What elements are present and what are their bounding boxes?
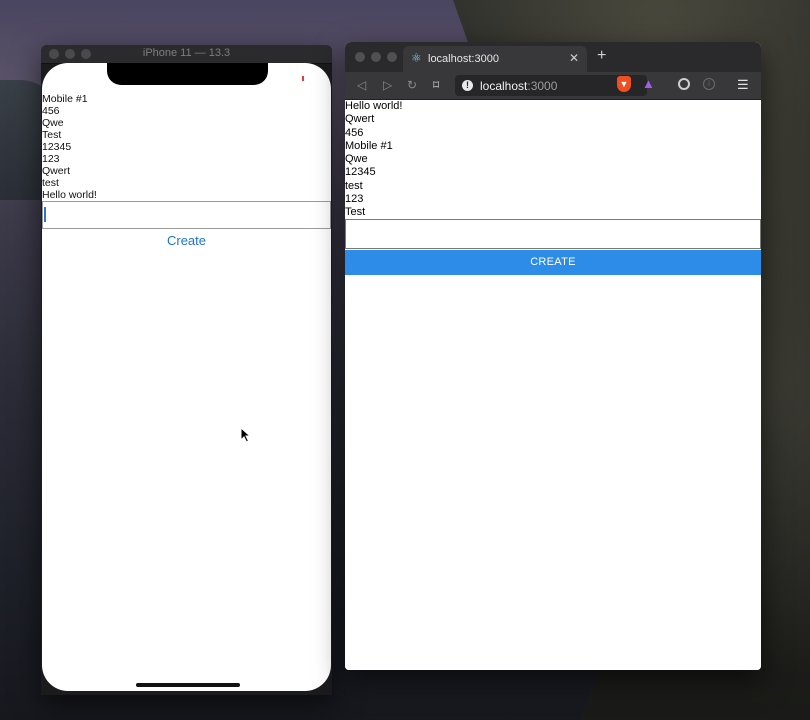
close-window-button[interactable] [355,52,365,62]
list-item: Mobile #1 [345,139,393,152]
list-item: 456 [42,105,60,117]
react-icon: ⚛ [411,51,422,65]
tab-strip: ⚛ localhost:3000 ✕ + [345,42,761,72]
url-host: localhost [480,79,528,93]
extension-icon[interactable] [678,78,690,90]
simulator-title: iPhone 11 — 13.3 [142,47,231,59]
list-item: 12345 [345,166,376,179]
list-item: Hello world! [345,100,403,112]
phone-item-list: Mobile #1 456 Qwe Test 12345 123 Qwert t… [42,93,97,201]
simulator-titlebar[interactable]: iPhone 11 — 13.3 [41,45,332,64]
list-item: Qwe [42,117,64,129]
browser-toolbar: ◁ ▷ ↻ ⌑ ! localhost:3000 ▼ ▲ i ☰ [345,72,761,100]
browser-window: ⚛ localhost:3000 ✕ + ◁ ▷ ↻ ⌑ ! localhost… [345,42,761,670]
tab-title: localhost:3000 [428,53,499,65]
mouse-pointer-icon [240,427,252,443]
extension-info-icon[interactable]: i [703,78,715,90]
url-port: :3000 [527,79,558,93]
list-item: test [42,177,59,189]
list-item: Mobile #1 [42,93,88,105]
web-item-list: Hello world! Qwert 456 Mobile #1 Qwe 123… [345,100,761,220]
url-text: localhost:3000 [480,79,557,93]
info-icon[interactable]: ! [462,80,473,91]
list-item: Test [345,206,366,219]
brave-shield-icon[interactable]: ▼ [617,76,631,92]
list-item: Qwe [345,153,368,166]
new-tab-icon[interactable]: + [597,47,606,65]
close-tab-icon[interactable]: ✕ [569,51,579,65]
phone-screen: Mobile #1 456 Qwe Test 12345 123 Qwert t… [42,63,331,691]
phone-text-input[interactable] [42,201,331,229]
home-indicator[interactable] [136,683,240,687]
tab-localhost[interactable]: ⚛ localhost:3000 ✕ [403,46,587,72]
minimize-window-button[interactable] [371,52,381,62]
brave-rewards-icon[interactable]: ▲ [642,76,655,92]
list-item: 12345 [42,141,72,153]
web-text-input[interactable] [345,219,761,249]
status-indicator [302,76,304,81]
list-item: Qwert [345,113,375,126]
list-item: test [345,179,363,192]
list-item: 123 [345,193,364,206]
web-page: Hello world! Qwert 456 Mobile #1 Qwe 123… [345,100,761,670]
bookmark-icon[interactable]: ⌑ [433,78,439,92]
phone-notch [107,63,268,85]
hamburger-menu-icon[interactable]: ☰ [737,77,749,93]
create-button[interactable]: CREATE [345,250,761,275]
zoom-window-button[interactable] [387,52,397,62]
list-item: Test [42,129,62,141]
list-item: 456 [345,126,364,139]
list-item: 123 [42,153,60,165]
list-item: Qwert [42,165,71,177]
reload-icon[interactable]: ↻ [407,78,417,92]
simulator-window: iPhone 11 — 13.3 Mobile #1 456 Qwe Test … [41,45,332,695]
list-item: Hello world! [42,189,97,201]
create-button[interactable]: Create [42,233,331,248]
text-caret [44,207,46,222]
forward-arrow-icon[interactable]: ▷ [383,78,392,92]
back-arrow-icon[interactable]: ◁ [357,78,366,92]
